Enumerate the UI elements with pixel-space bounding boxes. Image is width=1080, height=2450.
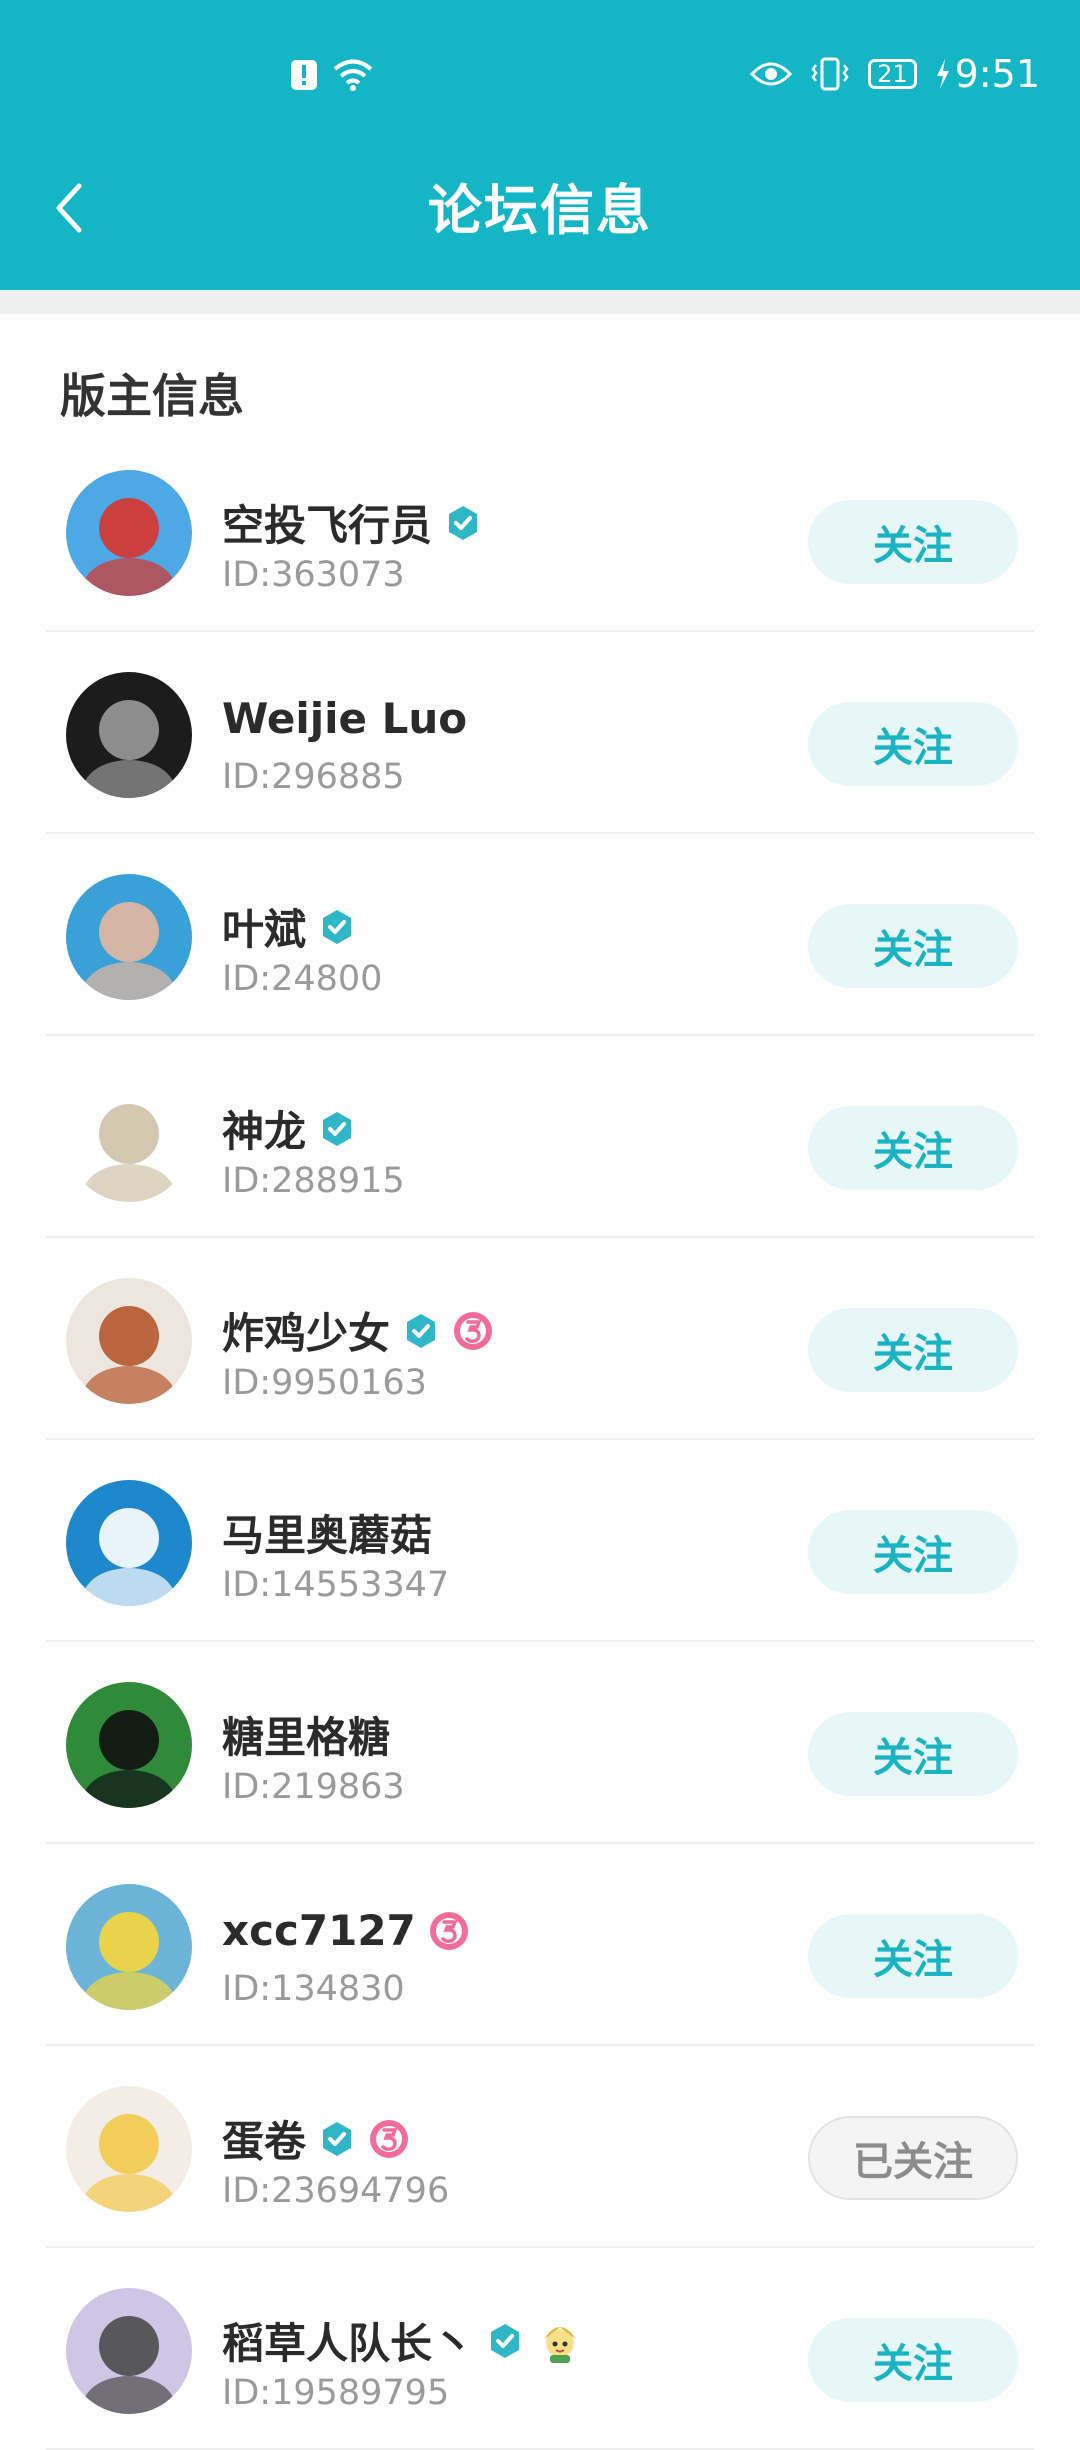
user-id: ID:363073 [222, 555, 405, 595]
follow-button[interactable]: 关注 [808, 1308, 1018, 1392]
header-divider [0, 290, 1080, 314]
user-id: ID:9950163 [222, 1363, 427, 1403]
username[interactable]: Weijie Luo [222, 694, 467, 743]
username[interactable]: 马里奥蘑菇 [222, 1502, 432, 1563]
avatar[interactable] [66, 470, 192, 596]
username[interactable]: 炸鸡少女 [222, 1300, 390, 1361]
follow-button[interactable]: 关注 [808, 904, 1018, 988]
name-line: 马里奥蘑菇 [222, 1502, 432, 1563]
alert-icon [290, 59, 318, 91]
avatar[interactable] [66, 1076, 192, 1202]
username[interactable]: 叶斌 [222, 896, 306, 957]
username[interactable]: xcc7127 [222, 1906, 416, 1955]
list-item[interactable]: 叶斌 ID:24800 关注 [0, 834, 1080, 1036]
avatar[interactable] [66, 1480, 192, 1606]
verified-badge-icon [402, 1312, 440, 1350]
list-item[interactable]: Weijie Luo ID:296885 关注 [0, 632, 1080, 834]
list-item[interactable]: 马里奥蘑菇 ID:14553347 关注 [0, 1440, 1080, 1642]
vibrate-icon [810, 57, 850, 91]
user-id: ID:24800 [222, 959, 383, 999]
list-item[interactable]: 空投飞行员 ID:363073 关注 [0, 430, 1080, 632]
app-header: 21 9:51 论坛信息 [0, 0, 1080, 290]
avatar[interactable] [66, 1278, 192, 1404]
verified-badge-icon [486, 2322, 524, 2360]
level-badge-icon [452, 1310, 494, 1352]
avatar[interactable] [66, 2086, 192, 2212]
eye-icon [750, 60, 793, 88]
avatar[interactable] [66, 1682, 192, 1808]
user-id: ID:296885 [222, 757, 405, 797]
username[interactable]: 蛋卷 [222, 2108, 306, 2169]
follow-button[interactable]: 关注 [808, 702, 1018, 786]
username[interactable]: 稻草人队长丶 [222, 2310, 474, 2371]
name-line: xcc7127 [222, 1906, 470, 1955]
list-item[interactable]: 蛋卷 ID:23694796 已关注 [0, 2046, 1080, 2248]
avatar[interactable] [66, 2288, 192, 2414]
follow-button[interactable]: 关注 [808, 2318, 1018, 2402]
battery-level: 21 [877, 60, 908, 88]
user-id: ID:288915 [222, 1161, 405, 1201]
title-row: 论坛信息 [0, 150, 1080, 260]
name-line: 稻草人队长丶 [222, 2310, 584, 2371]
user-id: ID:14553347 [222, 1565, 450, 1605]
name-line: 蛋卷 [222, 2108, 410, 2169]
name-line: Weijie Luo [222, 694, 467, 743]
page-title: 论坛信息 [428, 178, 652, 242]
list-item[interactable]: 神龙 ID:288915 关注 [0, 1036, 1080, 1238]
follow-button[interactable]: 关注 [808, 1914, 1018, 1998]
name-line: 神龙 [222, 1098, 356, 1159]
level-badge-icon [368, 2118, 410, 2160]
verified-badge-icon [444, 504, 482, 542]
username[interactable]: 神龙 [222, 1098, 306, 1159]
follow-button[interactable]: 关注 [808, 1106, 1018, 1190]
user-id: ID:19589795 [222, 2373, 450, 2413]
wifi-icon [332, 58, 374, 92]
follow-button[interactable]: 关注 [808, 500, 1018, 584]
charging-icon [935, 59, 951, 89]
user-id: ID:219863 [222, 1767, 405, 1807]
list-item[interactable]: 炸鸡少女 ID:9950163 关注 [0, 1238, 1080, 1440]
character-badge-icon [536, 2317, 584, 2365]
avatar[interactable] [66, 874, 192, 1000]
avatar[interactable] [66, 1884, 192, 2010]
username[interactable]: 糖里格糖 [222, 1704, 390, 1765]
verified-badge-icon [318, 908, 356, 946]
verified-badge-icon [318, 2120, 356, 2158]
user-id: ID:23694796 [222, 2171, 450, 2211]
user-id: ID:134830 [222, 1969, 405, 2009]
list-item[interactable]: 糖里格糖 ID:219863 关注 [0, 1642, 1080, 1844]
username[interactable]: 空投飞行员 [222, 492, 432, 553]
name-line: 炸鸡少女 [222, 1300, 494, 1361]
follow-button[interactable]: 关注 [808, 1712, 1018, 1796]
list-item[interactable]: 稻草人队长丶 ID:19589795 关注 [0, 2248, 1080, 2450]
name-line: 糖里格糖 [222, 1704, 390, 1765]
battery-icon: 21 [868, 59, 917, 89]
name-line: 叶斌 [222, 896, 356, 957]
section-title: 版主信息 [60, 369, 244, 423]
list-item[interactable]: xcc7127 ID:134830 关注 [0, 1844, 1080, 2046]
status-bar: 21 9:51 [0, 0, 1080, 160]
clock: 9:51 [954, 52, 1040, 96]
avatar[interactable] [66, 672, 192, 798]
followed-button[interactable]: 已关注 [808, 2116, 1018, 2200]
level-badge-icon [428, 1910, 470, 1952]
name-line: 空投飞行员 [222, 492, 482, 553]
verified-badge-icon [318, 1110, 356, 1148]
follow-button[interactable]: 关注 [808, 1510, 1018, 1594]
moderator-list: 空投飞行员 ID:363073 关注 Weijie Luo ID:296885 关注 叶斌 I… [0, 430, 1080, 2450]
